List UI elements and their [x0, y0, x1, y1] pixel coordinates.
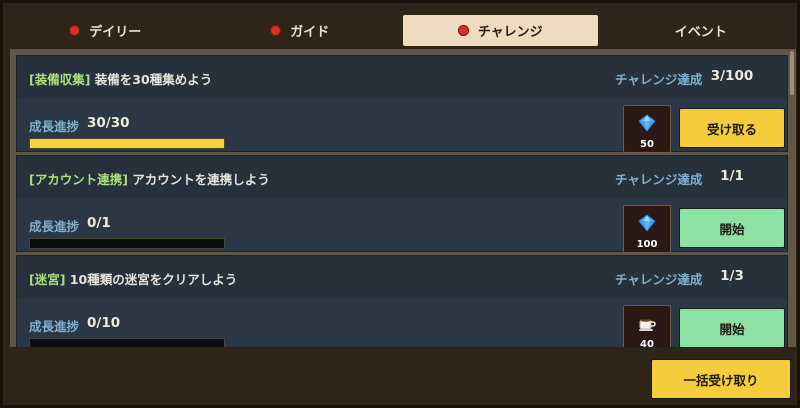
- challenge-list[interactable]: [装備収集] 装備を30種集めよう チャレンジ達成 3/100 成長進捗 30/…: [9, 48, 797, 348]
- diamond-icon: [635, 213, 659, 237]
- progress-bar: [29, 338, 225, 347]
- reward-quantity: 100: [636, 239, 658, 250]
- reward-slot[interactable]: 50: [623, 105, 671, 153]
- challenge-card-header: [迷宮] 10種類の迷宮をクリアしよう チャレンジ達成 1/3: [17, 256, 787, 298]
- reward-quantity: 40: [640, 339, 654, 348]
- challenge-tag: [アカウント連携]: [29, 172, 128, 187]
- tab-event[interactable]: イベント: [604, 15, 799, 46]
- diamond-icon: [635, 113, 659, 137]
- tab-daily[interactable]: デイリー: [8, 15, 203, 46]
- challenge-title: [迷宮] 10種類の迷宮をクリアしよう: [29, 269, 237, 288]
- progress-label: 成長進捗: [29, 119, 80, 134]
- challenge-card-body: 成長進捗 0/10 40 開始: [17, 300, 787, 348]
- challenge-achievement-label: チャレンジ達成: [615, 272, 703, 287]
- tab-label: デイリー: [89, 25, 142, 40]
- challenge-title-text: 10種類の迷宮をクリアしよう: [69, 272, 238, 287]
- start-button[interactable]: 開始: [679, 208, 785, 248]
- challenge-card: [迷宮] 10種類の迷宮をクリアしよう チャレンジ達成 1/3 成長進捗 0/1…: [16, 255, 788, 348]
- progress-bar: [29, 238, 225, 249]
- tab-guide[interactable]: ガイド: [203, 15, 398, 46]
- tab-challenge[interactable]: チャレンジ: [403, 15, 598, 46]
- challenge-card-body: 成長進捗 0/1 100 開始: [17, 200, 787, 253]
- challenge-tag: [装備収集]: [29, 72, 91, 87]
- challenge-card-body: 成長進捗 30/30 50 受け取る: [17, 100, 787, 153]
- tab-label: イベント: [674, 25, 727, 40]
- claim-all-button[interactable]: 一括受け取り: [651, 359, 791, 399]
- progress-value: 0/1: [87, 215, 111, 231]
- progress-value: 30/30: [87, 115, 130, 131]
- challenge-title: [装備収集] 装備を30種集めよう: [29, 69, 212, 88]
- notification-dot-icon: [69, 25, 81, 36]
- challenge-card-header: [装備収集] 装備を30種集めよう チャレンジ達成 3/100: [17, 56, 787, 98]
- start-button[interactable]: 開始: [679, 308, 785, 347]
- reward-quantity: 50: [640, 139, 654, 150]
- challenge-achievement-label: チャレンジ達成: [615, 72, 703, 87]
- progress-value: 0/10: [87, 315, 121, 331]
- notification-dot-icon: [457, 25, 469, 36]
- coffee-cup-icon: [635, 313, 659, 337]
- progress-bar: [29, 138, 225, 149]
- challenge-title: [アカウント連携] アカウントを連携しよう: [29, 169, 270, 188]
- challenge-card: [装備収集] 装備を30種集めよう チャレンジ達成 3/100 成長進捗 30/…: [16, 55, 788, 153]
- challenge-title-text: アカウントを連携しよう: [132, 172, 270, 187]
- challenge-achievement-label: チャレンジ達成: [615, 172, 703, 187]
- progress-label: 成長進捗: [29, 219, 80, 234]
- claim-button[interactable]: 受け取る: [679, 108, 785, 148]
- challenge-achievement-count: 3/100: [710, 68, 754, 84]
- challenge-achievement-count: 1/3: [720, 268, 744, 284]
- challenge-achievement-count: 1/1: [720, 168, 744, 184]
- challenge-card: [アカウント連携] アカウントを連携しよう チャレンジ達成 1/1 成長進捗 0…: [16, 155, 788, 253]
- challenge-window: デイリー ガイド チャレンジ イベント [装備収集] 装備を30種集めよう チャ…: [0, 0, 800, 408]
- reward-slot[interactable]: 40: [623, 305, 671, 348]
- scrollbar-thumb[interactable]: [790, 51, 794, 95]
- notification-dot-icon: [270, 25, 282, 36]
- tab-label: チャレンジ: [477, 25, 543, 40]
- challenge-card-header: [アカウント連携] アカウントを連携しよう チャレンジ達成 1/1: [17, 156, 787, 198]
- progress-bar-fill: [30, 139, 224, 148]
- reward-slot[interactable]: 100: [623, 205, 671, 253]
- tab-bar: デイリー ガイド チャレンジ イベント: [8, 15, 798, 46]
- progress-label: 成長進捗: [29, 319, 80, 334]
- tab-label: ガイド: [290, 25, 330, 40]
- challenge-title-text: 装備を30種集めよう: [94, 72, 213, 87]
- challenge-tag: [迷宮]: [29, 272, 66, 287]
